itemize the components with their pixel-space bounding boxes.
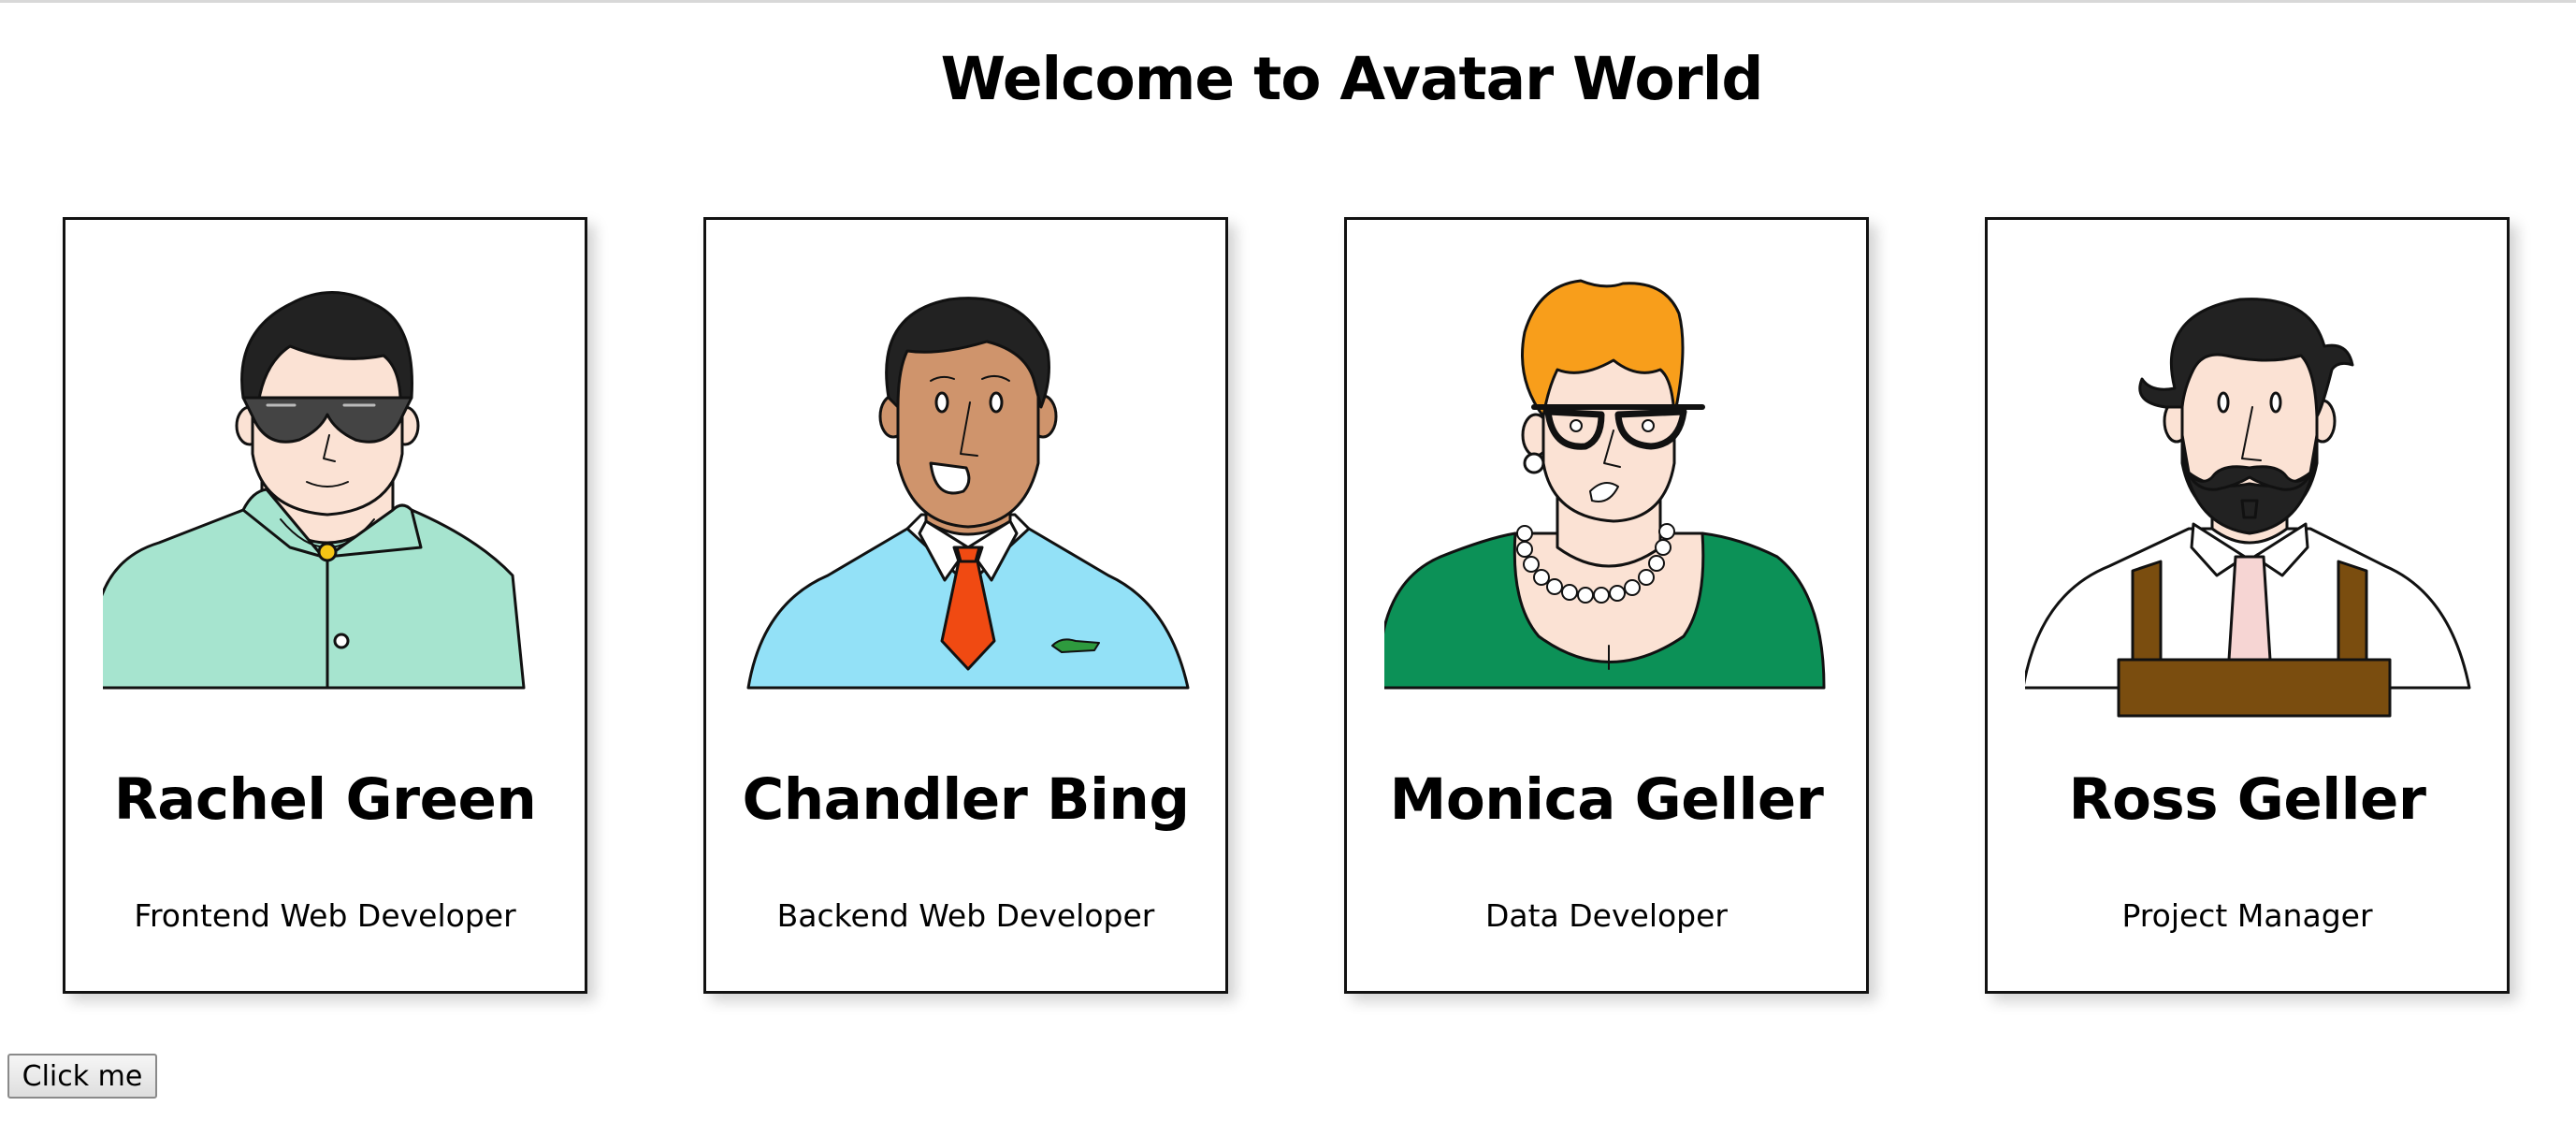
avatar-card-monica-geller: Monica Geller Data Developer — [1344, 217, 1869, 994]
card-name: Monica Geller — [1389, 766, 1824, 833]
avatar-card-ross-geller: Ross Geller Project Manager — [1985, 217, 2510, 994]
avatar-card-chandler-bing: Chandler Bing Backend Web Developer — [703, 217, 1228, 994]
rachel-green-avatar-image — [103, 276, 552, 725]
ross-geller-avatar-image — [2025, 276, 2474, 725]
click-me-button[interactable]: Click me — [7, 1054, 157, 1099]
card-role: Frontend Web Developer — [134, 897, 516, 934]
chandler-bing-avatar-image — [744, 276, 1193, 725]
card-role: Project Manager — [2121, 897, 2373, 934]
page-title: Welcome to Avatar World — [940, 45, 1764, 113]
card-role: Backend Web Developer — [776, 897, 1155, 934]
card-name: Rachel Green — [113, 766, 537, 833]
card-name: Ross Geller — [2068, 766, 2426, 833]
avatar-card-rachel-green: Rachel Green Frontend Web Developer — [63, 217, 587, 994]
top-border — [0, 0, 2576, 3]
monica-geller-avatar-image — [1384, 276, 1833, 725]
card-role: Data Developer — [1484, 897, 1728, 934]
card-name: Chandler Bing — [742, 766, 1190, 833]
